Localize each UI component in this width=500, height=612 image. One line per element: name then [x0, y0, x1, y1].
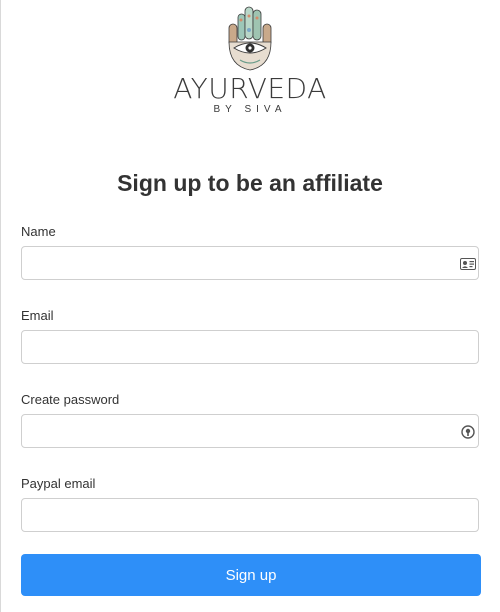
hamsa-hand-icon [228, 6, 272, 71]
brand-logo: AYURVEDA BY SIVA [0, 0, 500, 125]
contact-card-icon[interactable] [460, 258, 476, 270]
paypal-email-input[interactable] [22, 499, 462, 531]
name-input[interactable] [22, 247, 462, 279]
name-field-wrapper [21, 246, 479, 280]
brand-tagline: BY SIVA [213, 104, 287, 115]
brand-name: AYURVEDA [173, 72, 327, 105]
email-label: Email [21, 308, 54, 323]
email-input[interactable] [22, 331, 462, 363]
page-title: Sign up to be an affiliate [117, 170, 383, 196]
paypal-email-label: Paypal email [21, 476, 96, 491]
password-input[interactable] [22, 415, 462, 447]
password-field-wrapper [21, 414, 479, 448]
email-field-wrapper [21, 330, 479, 364]
sign-up-button[interactable]: Sign up [21, 554, 481, 596]
name-label: Name [21, 224, 56, 239]
password-manager-icon[interactable] [461, 425, 475, 439]
paypal-email-field-wrapper [21, 498, 479, 532]
password-label: Create password [21, 392, 120, 407]
